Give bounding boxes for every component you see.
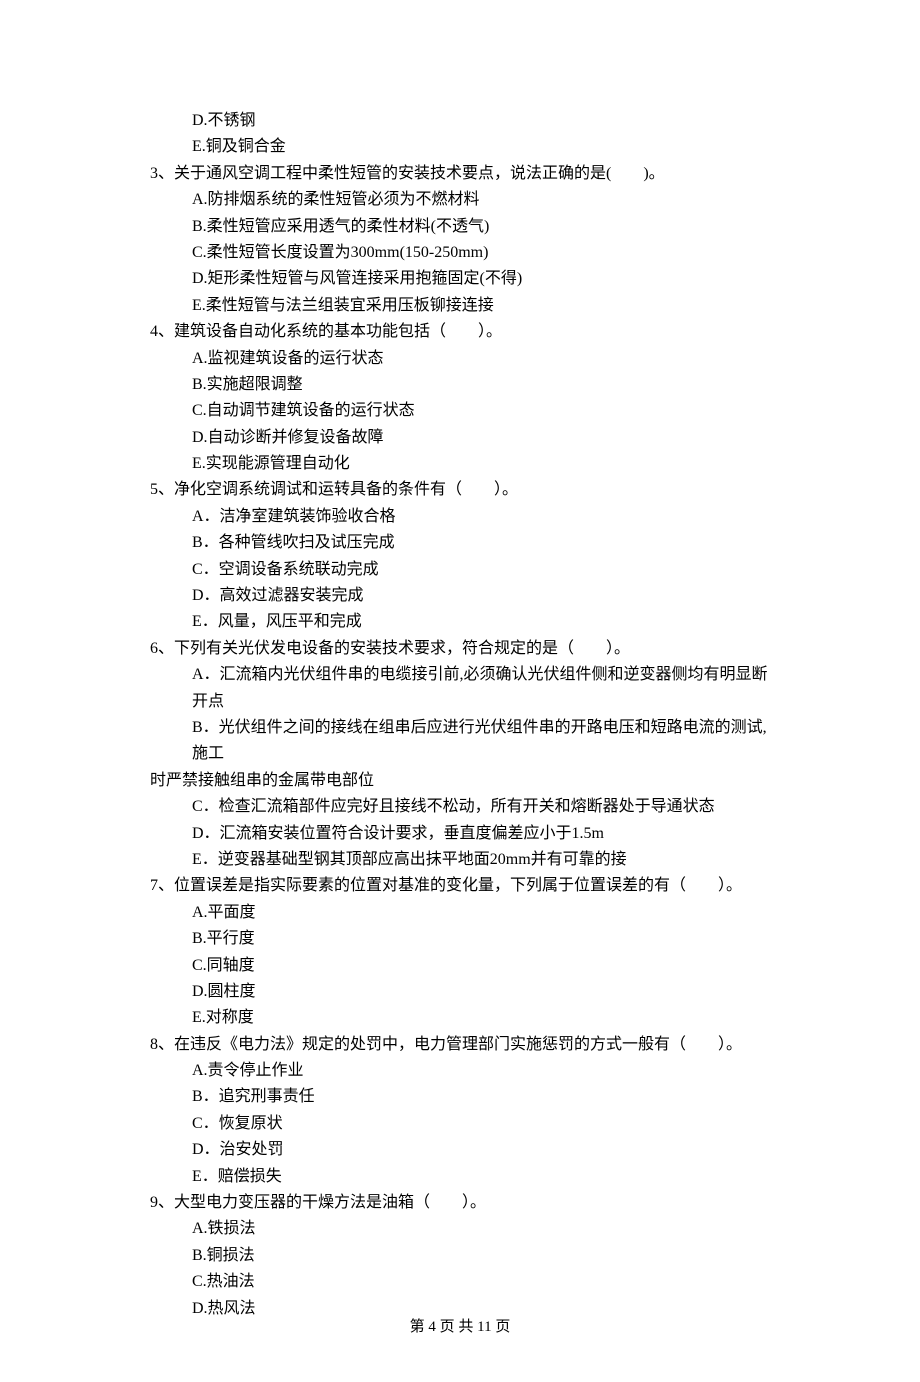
content-body: D.不锈钢E.铜及铜合金3、关于通风空调工程中柔性短管的安装技术要点，说法正确的…	[150, 108, 770, 1322]
answer-option: E．逆变器基础型钢其顶部应高出抹平地面20mm并有可靠的接	[150, 847, 770, 873]
answer-option: D．汇流箱安装位置符合设计要求，垂直度偏差应小于1.5m	[150, 821, 770, 847]
answer-option: B.实施超限调整	[150, 372, 770, 398]
answer-option: A．洁净室建筑装饰验收合格	[150, 504, 770, 530]
answer-option: A.铁损法	[150, 1216, 770, 1242]
answer-option: E．风量，风压平和完成	[150, 609, 770, 635]
question-line: 6、下列有关光伏发电设备的安装技术要求，符合规定的是（ ）。	[150, 636, 770, 662]
question-line: 4、建筑设备自动化系统的基本功能包括（ ）。	[150, 319, 770, 345]
answer-option: A.平面度	[150, 900, 770, 926]
answer-option: A.监视建筑设备的运行状态	[150, 346, 770, 372]
page-footer: 第 4 页 共 11 页	[0, 1315, 920, 1340]
answer-option: E．赔偿损失	[150, 1164, 770, 1190]
answer-option: D.不锈钢	[150, 108, 770, 134]
answer-option: B.平行度	[150, 926, 770, 952]
answer-option: D.矩形柔性短管与风管连接采用抱箍固定(不得)	[150, 266, 770, 292]
question-continuation: 时严禁接触组串的金属带电部位	[150, 768, 770, 794]
answer-option: E.对称度	[150, 1005, 770, 1031]
answer-option: D.圆柱度	[150, 979, 770, 1005]
question-line: 3、关于通风空调工程中柔性短管的安装技术要点，说法正确的是( )。	[150, 161, 770, 187]
answer-option: B．追究刑事责任	[150, 1084, 770, 1110]
answer-option: B．光伏组件之间的接线在组串后应进行光伏组件串的开路电压和短路电流的测试,施工	[150, 715, 770, 768]
answer-option: C．空调设备系统联动完成	[150, 557, 770, 583]
answer-option: C.柔性短管长度设置为300mm(150-250mm)	[150, 240, 770, 266]
answer-option: E.实现能源管理自动化	[150, 451, 770, 477]
answer-option: E.铜及铜合金	[150, 134, 770, 160]
answer-option: A．汇流箱内光伏组件串的电缆接引前,必须确认光伏组件侧和逆变器侧均有明显断开点	[150, 662, 770, 715]
answer-option: B．各种管线吹扫及试压完成	[150, 530, 770, 556]
answer-option: E.柔性短管与法兰组装宜采用压板铆接连接	[150, 293, 770, 319]
document-page: D.不锈钢E.铜及铜合金3、关于通风空调工程中柔性短管的安装技术要点，说法正确的…	[0, 0, 920, 1382]
answer-option: D.自动诊断并修复设备故障	[150, 425, 770, 451]
answer-option: A.防排烟系统的柔性短管必须为不燃材料	[150, 187, 770, 213]
question-line: 5、净化空调系统调试和运转具备的条件有（ ）。	[150, 477, 770, 503]
answer-option: D．治安处罚	[150, 1137, 770, 1163]
answer-option: C.同轴度	[150, 953, 770, 979]
answer-option: B.柔性短管应采用透气的柔性材料(不透气)	[150, 214, 770, 240]
answer-option: C.自动调节建筑设备的运行状态	[150, 398, 770, 424]
answer-option: D．高效过滤器安装完成	[150, 583, 770, 609]
question-line: 9、大型电力变压器的干燥方法是油箱（ ）。	[150, 1190, 770, 1216]
question-line: 7、位置误差是指实际要素的位置对基准的变化量，下列属于位置误差的有（ ）。	[150, 873, 770, 899]
answer-option: C.热油法	[150, 1269, 770, 1295]
answer-option: C．检查汇流箱部件应完好且接线不松动，所有开关和熔断器处于导通状态	[150, 794, 770, 820]
answer-option: A.责令停止作业	[150, 1058, 770, 1084]
question-line: 8、在违反《电力法》规定的处罚中，电力管理部门实施惩罚的方式一般有（ ）。	[150, 1032, 770, 1058]
answer-option: B.铜损法	[150, 1243, 770, 1269]
answer-option: C．恢复原状	[150, 1111, 770, 1137]
